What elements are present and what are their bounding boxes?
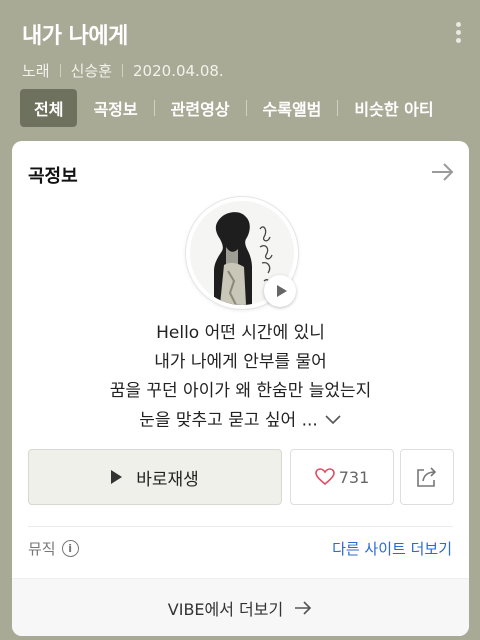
lyric-line: Hello 어떤 시간에 있니 bbox=[156, 323, 325, 343]
heart-icon bbox=[314, 468, 335, 486]
song-title: 내가 나에게 bbox=[22, 24, 128, 49]
song-header: 내가 나에게 노래 신승훈 2020.04.08. 전체 곡정보 관련영상 수록앨범 비… bbox=[0, 0, 480, 140]
lyric-line-last: 눈을 맞추고 묻고 싶어 ... bbox=[12, 406, 469, 436]
share-button[interactable] bbox=[400, 449, 454, 505]
album-cover[interactable] bbox=[186, 197, 298, 309]
lyric-line-text: 눈을 맞추고 묻고 싶어 ... bbox=[139, 410, 318, 431]
arrow-right-icon bbox=[295, 600, 312, 615]
lyrics-preview: Hello 어떤 시간에 있니 내가 나에게 안부를 물어 꿈을 꾸던 아이가 … bbox=[12, 319, 469, 436]
music-source: 뮤직 i bbox=[28, 538, 79, 559]
tab-song-info[interactable]: 곡정보 bbox=[77, 89, 153, 127]
vibe-label: VIBE에서 더보기 bbox=[167, 599, 284, 619]
arrow-right-icon[interactable] bbox=[430, 161, 456, 183]
chevron-down-icon[interactable] bbox=[324, 406, 342, 435]
song-info-card: 곡정보 Hello 어떤 시간에 있니 내가 나에게 안부를 물어 꿈을 꾸던 … bbox=[12, 141, 469, 636]
meta-date: 2020.04.08. bbox=[133, 61, 224, 80]
divider bbox=[28, 526, 453, 527]
tab-related-videos[interactable]: 관련영상 bbox=[155, 89, 246, 127]
lyric-line: 꿈을 꾸던 아이가 왜 한숨만 늘었는지 bbox=[109, 381, 372, 401]
card-title: 곡정보 bbox=[28, 166, 78, 187]
play-now-button[interactable]: 바로재생 bbox=[28, 449, 282, 505]
meta-type: 노래 bbox=[22, 62, 50, 80]
meta-divider bbox=[59, 64, 61, 77]
tab-similar-artists[interactable]: 비슷한 아티 bbox=[338, 89, 449, 127]
lyric-line: 내가 나에게 안부를 물어 bbox=[154, 352, 327, 372]
more-sites-link[interactable]: 다른 사이트 더보기 bbox=[332, 538, 452, 559]
vibe-more-link[interactable]: VIBE에서 더보기 bbox=[12, 578, 469, 636]
meta-divider bbox=[122, 64, 124, 77]
info-icon[interactable]: i bbox=[61, 540, 79, 557]
tab-all[interactable]: 전체 bbox=[20, 89, 78, 127]
tab-bar: 전체 곡정보 관련영상 수록앨범 비슷한 아티 bbox=[20, 89, 480, 127]
more-options-icon[interactable] bbox=[452, 22, 464, 48]
play-icon bbox=[111, 470, 123, 484]
song-meta: 노래 신승훈 2020.04.08. bbox=[22, 60, 224, 81]
share-icon bbox=[417, 467, 437, 487]
tab-albums[interactable]: 수록앨범 bbox=[247, 89, 338, 127]
play-now-label: 바로재생 bbox=[136, 469, 199, 490]
like-count: 731 bbox=[338, 467, 370, 487]
play-icon bbox=[276, 285, 287, 297]
like-button[interactable]: 731 bbox=[290, 449, 394, 505]
music-label: 뮤직 bbox=[28, 540, 56, 558]
meta-artist[interactable]: 신승훈 bbox=[71, 60, 112, 81]
album-play-button[interactable] bbox=[264, 275, 296, 307]
